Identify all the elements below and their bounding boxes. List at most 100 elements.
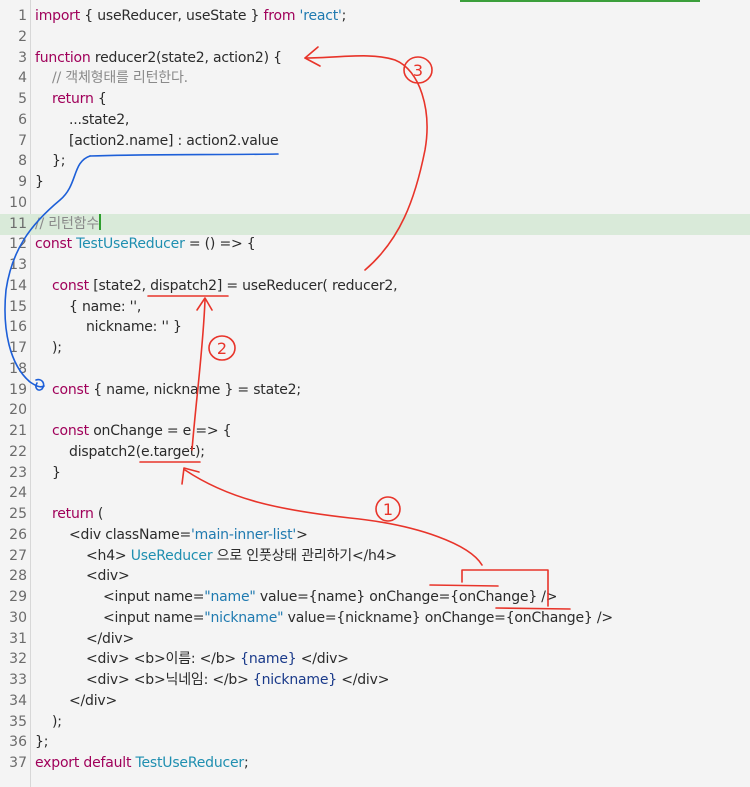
code-token: <input name= xyxy=(35,609,205,626)
code-token: <div className= xyxy=(35,526,192,543)
line-code: return { xyxy=(35,89,107,110)
line-code: ); xyxy=(35,338,62,359)
line-number: 4 xyxy=(18,70,27,87)
code-line[interactable]: 29 <input name="name" value={name} onCha… xyxy=(0,587,750,608)
line-code: <div> <b>이름: </b> {name} </div> xyxy=(35,649,349,670)
code-line[interactable]: 27 <h4> UseReducer 으로 인풋상태 관리하기</h4> xyxy=(0,546,750,567)
code-line[interactable]: 14 const [state2, dispatch2] = useReduce… xyxy=(0,276,750,297)
line-code: }; xyxy=(35,732,48,753)
code-line[interactable]: 32 <div> <b>이름: </b> {name} </div> xyxy=(0,649,750,670)
code-token: UseReducer xyxy=(130,547,213,564)
code-token: 'main-inner-list' xyxy=(191,526,297,543)
code-token: 으로 인풋상태 관리하기</h4> xyxy=(212,547,397,564)
code-line[interactable]: 20 xyxy=(0,400,750,421)
code-token: import xyxy=(35,8,85,24)
code-line[interactable]: 24 xyxy=(0,483,750,504)
line-number: 8 xyxy=(18,153,27,170)
code-token: reducer2(state2, action2) { xyxy=(94,49,282,66)
code-line[interactable]: 1 import { useReducer, useState } from 'r… xyxy=(0,6,750,27)
line-code: export default TestUseReducer; xyxy=(35,753,249,774)
code-line[interactable]: 23 } xyxy=(0,463,750,484)
code-token: // 객체형태를 리턴한다. xyxy=(35,70,188,87)
code-token: </div> xyxy=(35,692,118,709)
code-line[interactable]: 8 }; xyxy=(0,151,750,172)
code-token: // 리턴함수 xyxy=(35,215,100,232)
line-code: <input name="nickname" value={nickname} … xyxy=(35,608,613,629)
code-line[interactable]: 10 xyxy=(0,193,750,214)
code-line[interactable]: 7 [action2.name] : action2.value xyxy=(0,131,750,152)
code-line[interactable]: 36}; xyxy=(0,732,750,753)
code-line[interactable]: 18 xyxy=(0,359,750,380)
line-number: 26 xyxy=(9,526,27,543)
line-number: 33 xyxy=(9,672,27,688)
code-line[interactable]: 21 const onChange = e => { xyxy=(0,421,750,442)
code-line[interactable]: 19 const { name, nickname } = state2; xyxy=(0,380,750,401)
code-line[interactable]: 13 xyxy=(0,255,750,276)
line-code: <h4> UseReducer 으로 인풋상태 관리하기</h4> xyxy=(35,546,397,567)
code-token: const xyxy=(52,423,94,439)
line-number: 25 xyxy=(9,506,27,522)
code-line[interactable]: 22 dispatch2(e.target); xyxy=(0,442,750,463)
code-token: </div> xyxy=(336,672,390,688)
code-line[interactable]: 3 function reducer2(state2, action2) { xyxy=(0,48,750,69)
line-number: 34 xyxy=(9,692,27,709)
code-token: </div> xyxy=(35,630,135,647)
code-token: {name} xyxy=(240,651,297,668)
code-token: { name: '', xyxy=(35,298,142,315)
code-line[interactable]: 11 // 리턴함수 xyxy=(0,213,750,235)
code-line[interactable]: 6 ...state2, xyxy=(0,110,750,131)
line-number: 16 xyxy=(9,319,27,336)
line-number: 2 xyxy=(18,28,27,45)
code-line[interactable]: 16 nickname: '' } xyxy=(0,317,750,338)
code-token: <div> <b>이름: </b> xyxy=(35,651,241,668)
code-line[interactable]: 37 export default TestUseReducer; xyxy=(0,753,750,774)
code-line[interactable]: 34 </div> xyxy=(0,691,750,712)
code-token: const xyxy=(52,381,94,398)
code-token: "nickname" xyxy=(204,609,284,626)
code-line[interactable]: 12 const TestUseReducer = () => { xyxy=(0,234,750,255)
code-line[interactable]: 26 <div className='main-inner-list'> xyxy=(0,525,750,546)
code-token: } xyxy=(35,464,61,481)
code-line[interactable]: 4 // 객체형태를 리턴한다. xyxy=(0,68,750,89)
line-number: 9 xyxy=(18,174,27,190)
code-token: TestUseReducer xyxy=(76,236,185,253)
line-number: 12 xyxy=(9,236,27,253)
line-number: 3 xyxy=(18,49,27,66)
code-line[interactable]: 9} xyxy=(0,172,750,193)
code-line[interactable]: 25 return ( xyxy=(0,504,750,525)
code-token: nickname: '' } xyxy=(35,319,182,336)
code-token: }; xyxy=(35,153,66,170)
line-code: // 리턴함수 xyxy=(35,213,101,235)
code-line[interactable]: 5 return { xyxy=(0,89,750,110)
line-number: 30 xyxy=(9,609,27,626)
code-editor[interactable]: 1 import { useReducer, useState } from 'r… xyxy=(0,0,750,787)
line-number: 36 xyxy=(9,734,27,751)
line-number: 20 xyxy=(9,402,27,419)
code-line[interactable]: 17 ); xyxy=(0,338,750,359)
editor-top-accent xyxy=(460,0,700,2)
code-token: <div> <b>닉네임: </b> xyxy=(35,672,253,688)
line-code: <input name="name" value={name} onChange… xyxy=(35,587,558,608)
line-code: }; xyxy=(35,151,65,172)
line-number: 19 xyxy=(9,381,27,398)
code-line[interactable]: 28 <div> xyxy=(0,566,750,587)
code-line[interactable]: 31 </div> xyxy=(0,629,750,650)
line-code: import { useReducer, useState } from 're… xyxy=(35,6,346,27)
line-code: </div> xyxy=(35,629,134,650)
code-line[interactable]: 35 ); xyxy=(0,712,750,733)
line-number: 27 xyxy=(9,547,27,564)
line-number: 6 xyxy=(18,111,27,128)
code-token: TestUseReducer xyxy=(135,755,245,771)
line-code: <div> xyxy=(35,566,130,587)
line-code: ); xyxy=(35,712,62,733)
code-line[interactable]: 2 xyxy=(0,27,750,48)
code-line[interactable]: 30 <input name="nickname" value={nicknam… xyxy=(0,608,750,629)
line-code: const onChange = e => { xyxy=(35,421,232,442)
code-line[interactable]: 15 { name: '', xyxy=(0,297,750,318)
line-number: 37 xyxy=(9,755,27,771)
line-code: const TestUseReducer = () => { xyxy=(35,234,256,255)
line-number: 28 xyxy=(9,568,27,585)
code-line[interactable]: 33 <div> <b>닉네임: </b> {nickname} </div> xyxy=(0,670,750,691)
